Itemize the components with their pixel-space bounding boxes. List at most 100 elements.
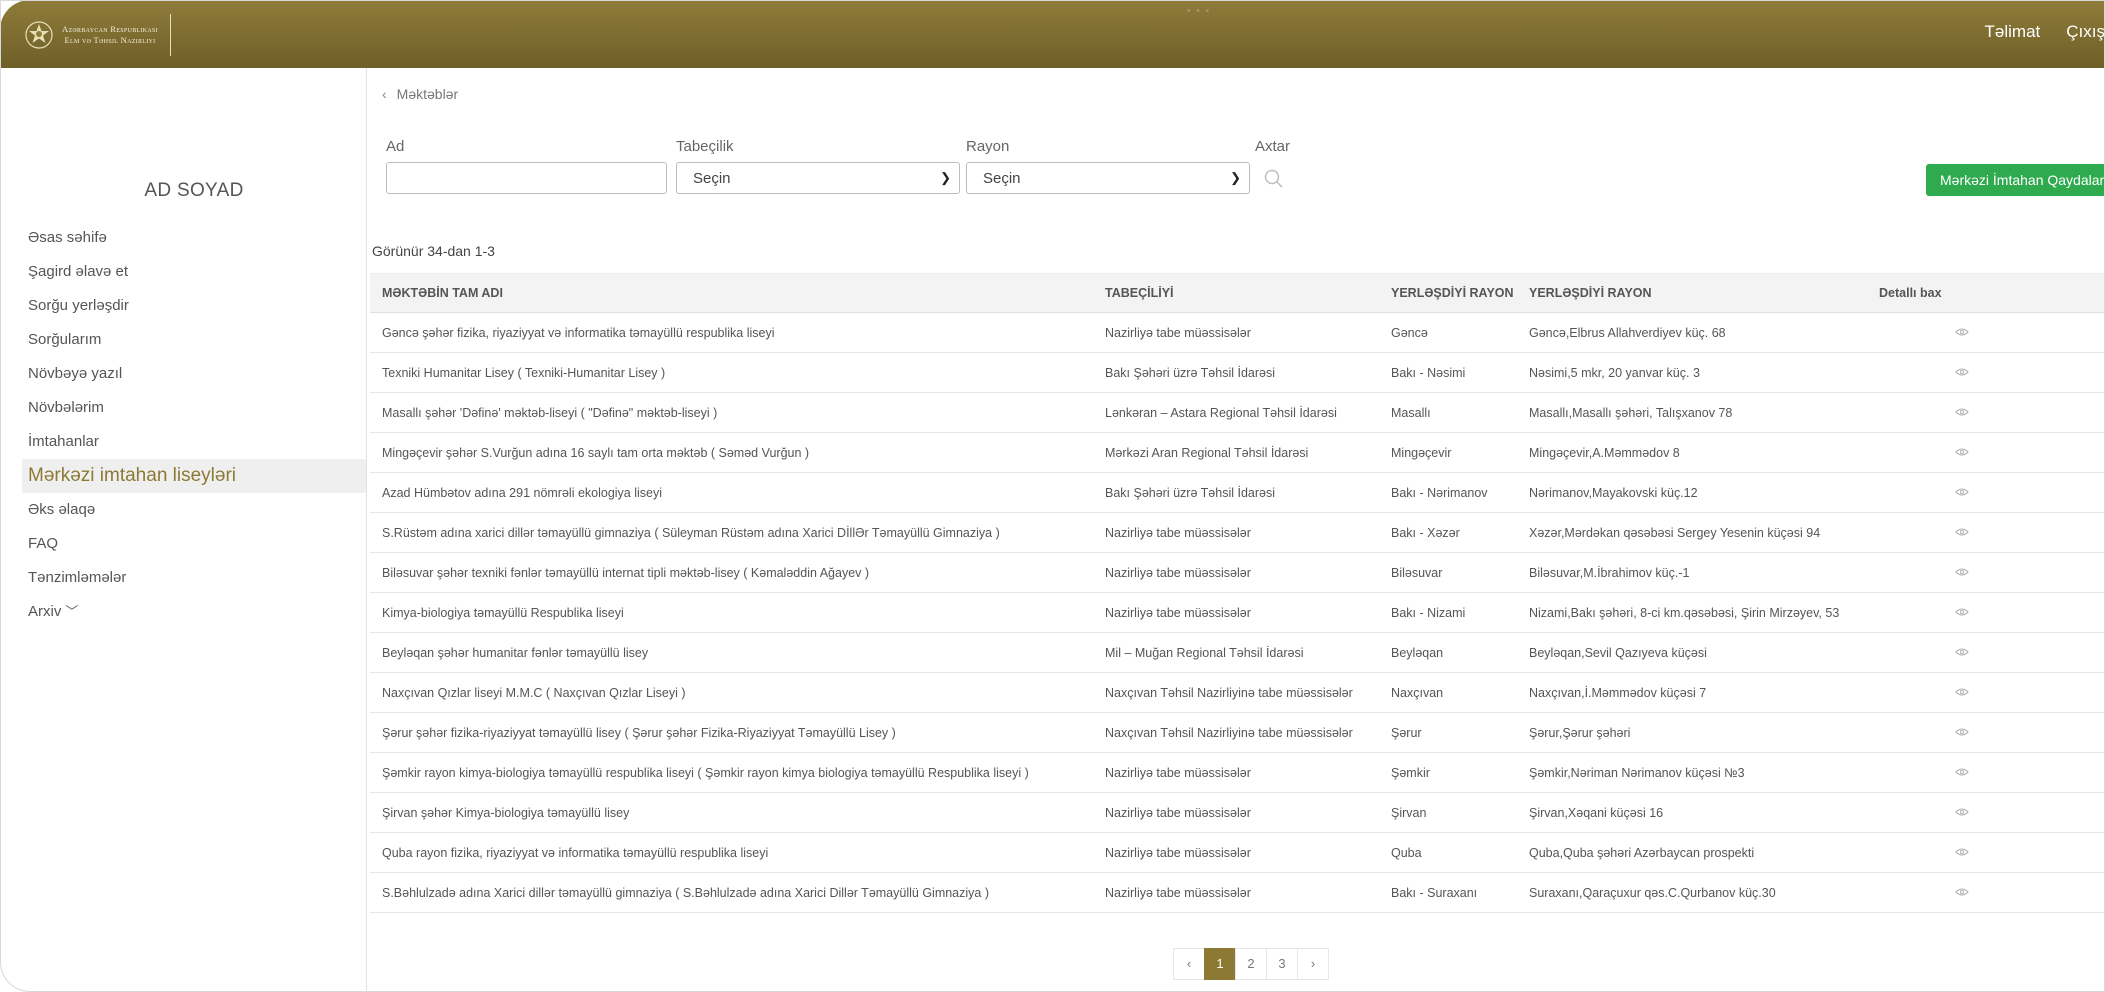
cell-address: Masallı,Masallı şəhəri, Talışxanov 78 — [1517, 392, 1867, 433]
cell-school-name: Azad Hümbətov adına 291 nömrəli ekologiy… — [370, 472, 1093, 513]
cell-school-name: Beyləqan şəhər humanitar fənlər təmayüll… — [370, 632, 1093, 673]
cell-address: Biləsuvar,M.İbrahimov küç.-1 — [1517, 552, 1867, 593]
cell-school-name: Masallı şəhər 'Dəfinə' məktəb-liseyi ( "… — [370, 392, 1093, 433]
pagination-next-button[interactable]: › — [1297, 948, 1329, 980]
pagination-prev-button[interactable]: ‹ — [1173, 948, 1205, 980]
cell-subordination: Nazirliyə tabe müəssisələr — [1093, 592, 1379, 633]
cell-school-name: Şəmkir rayon kimya-biologiya təmayüllü r… — [370, 752, 1093, 793]
sidebar-item-home[interactable]: Əsas səhifə — [22, 221, 366, 255]
cell-details — [1867, 632, 2105, 673]
cell-details — [1867, 352, 2105, 393]
eye-icon[interactable] — [1955, 887, 1969, 897]
column-header-address[interactable]: YERLƏŞDİYİ RAYON — [1517, 273, 1867, 313]
pagination-page-2[interactable]: 2 — [1235, 948, 1267, 980]
logout-link[interactable]: Çıxış — [2066, 22, 2105, 42]
cell-address: Nərimanov,Mayakovski küç.12 — [1517, 472, 1867, 513]
pagination-page-1[interactable]: 1 — [1204, 948, 1236, 980]
column-header-subordination[interactable]: TABEÇİLİYİ — [1093, 273, 1379, 313]
cell-district: Bakı - Nizami — [1379, 592, 1517, 633]
ministry-logo[interactable]: Azərbaycan Respublikası Elm və Təhsil Na… — [24, 14, 171, 56]
cell-subordination: Mərkəzi Aran Regional Təhsil İdarəsi — [1093, 432, 1379, 473]
chevron-down-icon: ﹀ — [65, 604, 79, 619]
eye-icon[interactable] — [1955, 727, 1969, 737]
table-row: Şəmkir rayon kimya-biologiya təmayüllü r… — [370, 752, 2105, 793]
eye-icon[interactable] — [1955, 567, 1969, 577]
top-links: Təlimat Çıxış — [1985, 22, 2105, 42]
cell-address: Xəzər,Mərdəkan qəsəbəsi Sergey Yesenin k… — [1517, 512, 1867, 553]
sidebar-item-exams[interactable]: İmtahanlar — [22, 425, 366, 459]
cell-subordination: Nazirliyə tabe müəssisələr — [1093, 312, 1379, 353]
cell-subordination: Naxçıvan Təhsil Nazirliyinə tabe müəssis… — [1093, 712, 1379, 753]
exam-rules-button[interactable]: Mərkəzi İmtahan Qaydaları — [1926, 164, 2105, 196]
sidebar-item-add-student[interactable]: Şagird əlavə et — [22, 255, 366, 289]
cell-subordination: Naxçıvan Təhsil Nazirliyinə tabe müəssis… — [1093, 672, 1379, 713]
cell-subordination: Bakı Şəhəri üzrə Təhsil İdarəsi — [1093, 352, 1379, 393]
eye-icon[interactable] — [1955, 807, 1969, 817]
cell-address: Şəmkir,Nəriman Nərimanov küçəsi №3 — [1517, 752, 1867, 793]
cell-address: Suraxanı,Qaraçuxur qəs.C.Qurbanov küç.30 — [1517, 872, 1867, 913]
cell-address: Şirvan,Xəqani küçəsi 16 — [1517, 792, 1867, 833]
sidebar: AD SOYAD Əsas səhifə Şagird əlavə et Sor… — [22, 68, 367, 992]
logo-line-1: Azərbaycan Respublikası — [62, 24, 158, 34]
sidebar-item-settings[interactable]: Tənzimləmələr — [22, 561, 366, 595]
chevron-left-icon: ‹ — [382, 86, 387, 102]
sidebar-item-archive[interactable]: Arxiv ﹀ — [22, 595, 366, 629]
eye-icon[interactable] — [1955, 847, 1969, 857]
user-name: AD SOYAD — [144, 180, 244, 201]
main-content: ‹ Məktəblər Ad Tabeçilik Seçin ❯ Rayon Se… — [370, 68, 2105, 992]
table-row: Şərur şəhər fizika-riyaziyyat təmayüllü … — [370, 712, 2105, 753]
breadcrumb[interactable]: ‹ Məktəblər — [382, 86, 458, 102]
table-row: Mingəçevir şəhər S.Vurğun adına 16 saylı… — [370, 432, 2105, 473]
district-select[interactable]: Seçin ❯ — [966, 162, 1250, 194]
cell-subordination: Lənkəran – Astara Regional Təhsil İdarəs… — [1093, 392, 1379, 433]
eye-icon[interactable] — [1955, 327, 1969, 337]
cell-address: Gəncə,Elbrus Allahverdiyev küç. 68 — [1517, 312, 1867, 353]
cell-district: Gəncə — [1379, 312, 1517, 353]
name-filter-label: Ad — [386, 138, 405, 155]
table-row: Gəncə şəhər fizika, riyaziyyat və inform… — [370, 312, 2105, 353]
search-label: Axtar — [1255, 138, 1291, 155]
subordination-select[interactable]: Seçin ❯ — [676, 162, 960, 194]
cell-details — [1867, 872, 2105, 913]
table-row: Kimya-biologiya təmayüllü Respublika lis… — [370, 592, 2105, 633]
eye-icon[interactable] — [1955, 607, 1969, 617]
sidebar-item-join-queue[interactable]: Növbəyə yazıl — [22, 357, 366, 391]
column-header-school-name[interactable]: MƏKTƏBİN TAM ADI — [370, 273, 1093, 313]
eye-icon[interactable] — [1955, 367, 1969, 377]
cell-subordination: Nazirliyə tabe müəssisələr — [1093, 512, 1379, 553]
eye-icon[interactable] — [1955, 767, 1969, 777]
cell-district: Beyləqan — [1379, 632, 1517, 673]
table-row: Beyləqan şəhər humanitar fənlər təmayüll… — [370, 632, 2105, 673]
cell-district: Bakı - Xəzər — [1379, 512, 1517, 553]
eye-icon[interactable] — [1955, 527, 1969, 537]
sidebar-item-central-exam-lyceums[interactable]: Mərkəzi imtahan liseyləri — [22, 459, 366, 493]
table-row: Şirvan şəhər Kimya-biologiya təmayüllü l… — [370, 792, 2105, 833]
sidebar-item-my-requests[interactable]: Sorğularım — [22, 323, 366, 357]
guide-link[interactable]: Təlimat — [1985, 22, 2041, 42]
sidebar-item-my-queues[interactable]: Növbələrim — [22, 391, 366, 425]
eye-icon[interactable] — [1955, 447, 1969, 457]
cell-subordination: Nazirliyə tabe müəssisələr — [1093, 832, 1379, 873]
column-header-district[interactable]: YERLƏŞDİYİ RAYON — [1379, 273, 1517, 313]
sidebar-item-feedback[interactable]: Əks əlaqə — [22, 493, 366, 527]
sidebar-item-faq[interactable]: FAQ — [22, 527, 366, 561]
table-row: Naxçıvan Qızlar liseyi M.M.C ( Naxçıvan … — [370, 672, 2105, 713]
search-icon[interactable] — [1263, 168, 1285, 190]
pagination-page-3[interactable]: 3 — [1266, 948, 1298, 980]
cell-school-name: Gəncə şəhər fizika, riyaziyyat və inform… — [370, 312, 1093, 353]
lyceums-table: MƏKTƏBİN TAM ADI TABEÇİLİYİ YERLƏŞDİYİ R… — [370, 273, 2105, 913]
cell-address: Şərur,Şərur şəhəri — [1517, 712, 1867, 753]
table-row: Biləsuvar şəhər texniki fənlər təmayüllü… — [370, 552, 2105, 593]
sidebar-item-place-request[interactable]: Sorğu yerləşdir — [22, 289, 366, 323]
cell-details — [1867, 792, 2105, 833]
eye-icon[interactable] — [1955, 407, 1969, 417]
table-row: Quba rayon fizika, riyaziyyat və informa… — [370, 832, 2105, 873]
cell-school-name: S.Rüstəm adına xarici dillər təmayüllü g… — [370, 512, 1093, 553]
cell-address: Naxçıvan,İ.Məmmədov küçəsi 7 — [1517, 672, 1867, 713]
eye-icon[interactable] — [1955, 487, 1969, 497]
eye-icon[interactable] — [1955, 647, 1969, 657]
name-filter-input[interactable] — [386, 162, 667, 194]
table-row: Masallı şəhər 'Dəfinə' məktəb-liseyi ( "… — [370, 392, 2105, 433]
eye-icon[interactable] — [1955, 687, 1969, 697]
header-watermark: ... — [1186, 0, 1214, 14]
